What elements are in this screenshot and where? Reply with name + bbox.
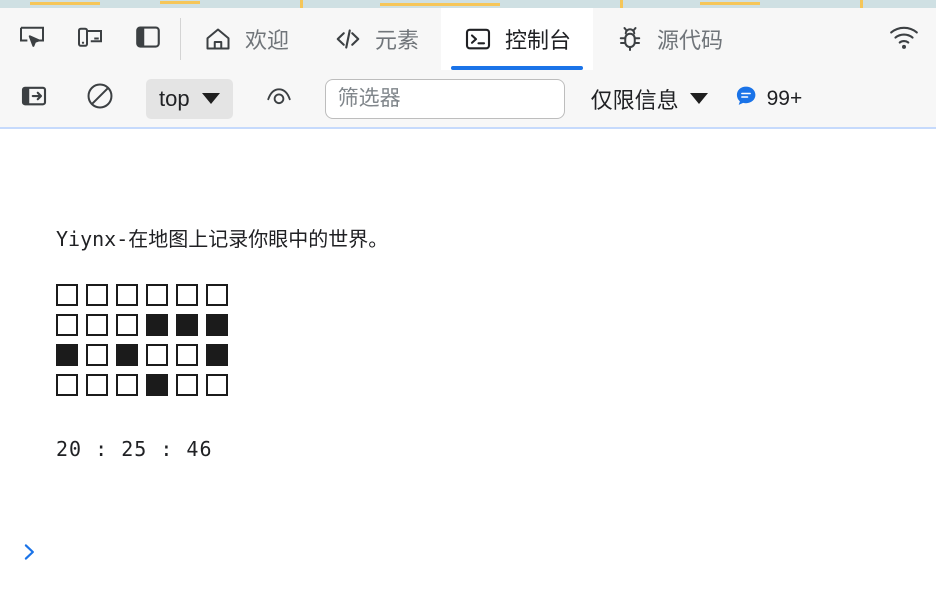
inspect-element-icon <box>17 22 47 57</box>
device-toolbar-icon <box>75 22 105 57</box>
console-pixel-grid-row[interactable] <box>56 284 228 396</box>
message-bubble-icon <box>734 84 758 113</box>
pixel-cell-0-2 <box>116 284 138 306</box>
pixel-cell-3-1 <box>86 374 108 396</box>
console-sidebar-icon <box>19 81 49 116</box>
network-status-button[interactable] <box>886 21 922 57</box>
devtools-tabstrip: 欢迎 元素 控制台 源代码 <box>0 8 936 70</box>
console-log-message: Yiynx-在地图上记录你眼中的世界。 <box>56 227 389 251</box>
chevron-down-icon <box>201 93 220 104</box>
devtools-window: 欢迎 元素 控制台 源代码 top 筛选器 仅限信息 99+ Yiynx-在地图… <box>0 8 936 592</box>
tab-console[interactable]: 控制台 <box>441 8 594 70</box>
pixel-cell-0-0 <box>56 284 78 306</box>
map-road <box>300 0 303 8</box>
tab-elements-label: 元素 <box>375 28 420 53</box>
map-road <box>700 2 760 5</box>
map-road <box>620 0 623 8</box>
tab-welcome-label: 欢迎 <box>245 28 290 53</box>
pixel-cell-3-3 <box>146 374 168 396</box>
message-count-value: 99+ <box>766 86 803 110</box>
log-level-value: 仅限信息 <box>590 87 679 113</box>
map-road <box>160 1 200 4</box>
clear-console-button[interactable] <box>80 79 120 119</box>
filter-input[interactable] <box>324 78 565 119</box>
console-log-message-row[interactable]: Yiynx-在地图上记录你眼中的世界。 <box>56 223 388 252</box>
map-road <box>30 2 100 5</box>
network-wifi-icon <box>886 21 922 58</box>
chevron-down-icon <box>689 93 708 104</box>
device-toolbar-button[interactable] <box>72 21 108 57</box>
live-expression-button[interactable] <box>259 79 299 119</box>
home-icon <box>203 24 233 54</box>
pixel-cell-0-4 <box>176 284 198 306</box>
terminal-icon <box>463 24 493 54</box>
inspect-element-button[interactable] <box>14 21 50 57</box>
pixel-cell-3-5 <box>206 374 228 396</box>
tab-sources[interactable]: 源代码 <box>593 8 745 70</box>
console-output[interactable]: Yiynx-在地图上记录你眼中的世界。 20 : 25 : 46 <box>0 129 936 592</box>
console-sidebar-toggle[interactable] <box>14 79 54 119</box>
pixel-cell-1-0 <box>56 314 78 336</box>
map-road <box>380 3 500 6</box>
pixel-cell-2-5 <box>206 344 228 366</box>
map-road <box>860 0 863 8</box>
pixel-cell-0-5 <box>206 284 228 306</box>
execution-context-value: top <box>159 85 190 111</box>
console-time-message-row[interactable]: 20 : 25 : 46 <box>56 437 213 461</box>
dock-side-icon <box>133 22 163 57</box>
console-prompt[interactable] <box>18 539 40 570</box>
dock-side-button[interactable] <box>130 21 166 57</box>
tab-elements[interactable]: 元素 <box>311 8 441 70</box>
pixel-cell-0-1 <box>86 284 108 306</box>
live-expression-icon <box>263 81 295 116</box>
map-page-edge <box>0 0 936 8</box>
pixel-cell-2-1 <box>86 344 108 366</box>
console-toolbar: top 仅限信息 <box>0 70 936 129</box>
pixel-cell-3-0 <box>56 374 78 396</box>
bug-icon <box>615 24 645 54</box>
message-count-badge[interactable]: 99+ <box>734 84 803 113</box>
pixel-cell-3-2 <box>116 374 138 396</box>
pixel-cell-2-0 <box>56 344 78 366</box>
log-level-select[interactable]: 仅限信息 <box>591 83 708 115</box>
pixel-cell-1-5 <box>206 314 228 336</box>
tab-welcome[interactable]: 欢迎 <box>181 8 311 70</box>
code-icon <box>333 24 363 54</box>
pixel-cell-3-4 <box>176 374 198 396</box>
devtools-tabs: 欢迎 元素 控制台 源代码 <box>181 8 886 70</box>
pixel-cell-2-4 <box>176 344 198 366</box>
console-time-message: 20 : 25 : 46 <box>56 437 213 461</box>
tab-sources-label: 源代码 <box>657 28 724 53</box>
execution-context-select[interactable]: top <box>146 78 233 119</box>
pixel-cell-1-1 <box>86 314 108 336</box>
pixel-cell-1-4 <box>176 314 198 336</box>
clear-console-icon <box>84 80 116 117</box>
chevron-right-icon <box>18 539 40 570</box>
pixel-cell-1-3 <box>146 314 168 336</box>
pixel-cell-1-2 <box>116 314 138 336</box>
tabstrip-right-actions <box>886 8 936 70</box>
devtools-tool-buttons <box>0 8 180 70</box>
pixel-cell-2-3 <box>146 344 168 366</box>
pixel-cell-2-2 <box>116 344 138 366</box>
tab-console-label: 控制台 <box>505 28 572 53</box>
console-pixel-grid <box>56 284 228 396</box>
pixel-cell-0-3 <box>146 284 168 306</box>
